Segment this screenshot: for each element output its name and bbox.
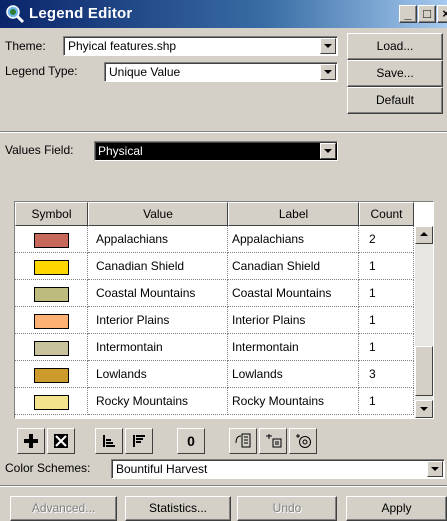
null-value-button[interactable]: 0 <box>177 428 205 454</box>
sort-descending-icon <box>133 435 145 447</box>
reverse-icon <box>266 434 282 448</box>
properties-button[interactable] <box>289 428 317 454</box>
values-field-label: Values Field: <box>5 143 74 157</box>
legend-editor-icon <box>6 5 25 24</box>
add-button[interactable] <box>17 428 45 454</box>
symbol-cell[interactable] <box>15 361 88 388</box>
legend-type-dropdown[interactable]: Unique Value <box>104 62 338 82</box>
chevron-down-icon[interactable] <box>320 64 336 80</box>
title-bar[interactable]: Legend Editor _ □ × <box>0 0 447 28</box>
separator <box>0 131 447 133</box>
scroll-down-button[interactable] <box>415 400 433 418</box>
table-scrollbar[interactable] <box>415 226 433 418</box>
table-row[interactable]: Interior Plains Interior Plains 1 <box>15 307 415 334</box>
separator <box>0 485 447 487</box>
column-header-count[interactable]: Count <box>359 202 414 226</box>
value-cell[interactable]: Canadian Shield <box>88 253 228 280</box>
scroll-up-button[interactable] <box>415 226 433 244</box>
promote-icon <box>235 433 251 448</box>
column-header-value[interactable]: Value <box>88 202 228 226</box>
symbol-swatch[interactable] <box>34 260 69 275</box>
color-schemes-dropdown[interactable]: Bountiful Harvest <box>111 459 445 479</box>
value-cell[interactable]: Lowlands <box>88 361 228 388</box>
color-schemes-value: Bountiful Harvest <box>116 462 208 476</box>
symbol-swatch[interactable] <box>34 287 69 302</box>
count-cell[interactable]: 1 <box>359 253 414 280</box>
chevron-down-icon[interactable] <box>320 143 336 159</box>
label-cell[interactable]: Coastal Mountains <box>228 280 359 307</box>
label-cell[interactable]: Canadian Shield <box>228 253 359 280</box>
value-cell[interactable]: Appalachians <box>88 226 228 253</box>
value-cell[interactable]: Coastal Mountains <box>88 280 228 307</box>
maximize-button[interactable]: □ <box>418 5 436 23</box>
label-cell[interactable]: Appalachians <box>228 226 359 253</box>
statistics-button[interactable]: Statistics... <box>125 496 231 521</box>
sort-descending-button[interactable] <box>125 428 153 454</box>
symbol-cell[interactable] <box>15 253 88 280</box>
values-field-value: Physical <box>98 144 143 158</box>
table-row[interactable]: Canadian Shield Canadian Shield 1 <box>15 253 415 280</box>
chevron-down-icon[interactable] <box>320 38 336 54</box>
legend-type-label: Legend Type: <box>5 64 78 78</box>
sort-ascending-button[interactable] <box>95 428 123 454</box>
symbol-swatch[interactable] <box>34 314 69 329</box>
value-cell[interactable]: Intermontain <box>88 334 228 361</box>
minimize-button[interactable]: _ <box>399 5 417 23</box>
column-header-label[interactable]: Label <box>228 202 359 226</box>
symbol-swatch[interactable] <box>34 368 69 383</box>
delete-icon <box>54 434 68 448</box>
theme-label: Theme: <box>5 39 46 53</box>
theme-value: Phyical features.shp <box>68 39 177 53</box>
promote-button[interactable] <box>229 428 257 454</box>
reverse-button[interactable] <box>259 428 287 454</box>
table-row[interactable]: Appalachians Appalachians 2 <box>15 226 415 253</box>
table-row[interactable]: Coastal Mountains Coastal Mountains 1 <box>15 280 415 307</box>
symbol-swatch[interactable] <box>34 233 69 248</box>
legend-table[interactable]: Symbol Value Label Count Appalachians App… <box>14 201 434 419</box>
value-cell[interactable]: Rocky Mountains <box>88 388 228 415</box>
add-icon <box>24 434 38 448</box>
color-schemes-label: Color Schemes: <box>5 461 91 475</box>
label-cell[interactable]: Rocky Mountains <box>228 388 359 415</box>
chevron-down-icon[interactable] <box>427 461 443 477</box>
window-title: Legend Editor <box>29 5 133 22</box>
count-cell[interactable]: 1 <box>359 307 414 334</box>
scroll-thumb[interactable] <box>415 346 433 396</box>
save-button[interactable]: Save... <box>347 60 443 87</box>
undo-button[interactable]: Undo <box>237 496 337 521</box>
apply-button[interactable]: Apply <box>346 496 447 521</box>
advanced-button[interactable]: Advanced... <box>10 496 117 521</box>
table-row[interactable]: Intermontain Intermontain 1 <box>15 334 415 361</box>
symbol-cell[interactable] <box>15 334 88 361</box>
count-cell[interactable]: 3 <box>359 361 414 388</box>
null-value-icon: 0 <box>187 433 195 449</box>
symbol-swatch[interactable] <box>34 341 69 356</box>
theme-dropdown[interactable]: Phyical features.shp <box>63 36 338 56</box>
count-cell[interactable]: 2 <box>359 226 414 253</box>
label-cell[interactable]: Interior Plains <box>228 307 359 334</box>
sort-ascending-icon <box>103 435 115 447</box>
table-row[interactable]: Lowlands Lowlands 3 <box>15 361 415 388</box>
close-button[interactable]: × <box>437 5 447 23</box>
count-cell[interactable]: 1 <box>359 334 414 361</box>
value-cell[interactable]: Interior Plains <box>88 307 228 334</box>
table-row[interactable]: Rocky Mountains Rocky Mountains 1 <box>15 388 415 415</box>
symbol-cell[interactable] <box>15 280 88 307</box>
load-button[interactable]: Load... <box>347 33 443 60</box>
column-header-symbol[interactable]: Symbol <box>15 202 88 226</box>
symbol-cell[interactable] <box>15 226 88 253</box>
count-cell[interactable]: 1 <box>359 280 414 307</box>
label-cell[interactable]: Lowlands <box>228 361 359 388</box>
label-cell[interactable]: Intermontain <box>228 334 359 361</box>
count-cell[interactable]: 1 <box>359 388 414 415</box>
values-field-dropdown[interactable]: Physical <box>94 141 338 161</box>
legend-type-value: Unique Value <box>109 65 181 79</box>
symbol-cell[interactable] <box>15 307 88 334</box>
properties-icon <box>296 434 311 448</box>
delete-button[interactable] <box>47 428 75 454</box>
symbol-cell[interactable] <box>15 388 88 415</box>
symbol-swatch[interactable] <box>34 395 69 410</box>
default-button[interactable]: Default <box>347 87 443 114</box>
